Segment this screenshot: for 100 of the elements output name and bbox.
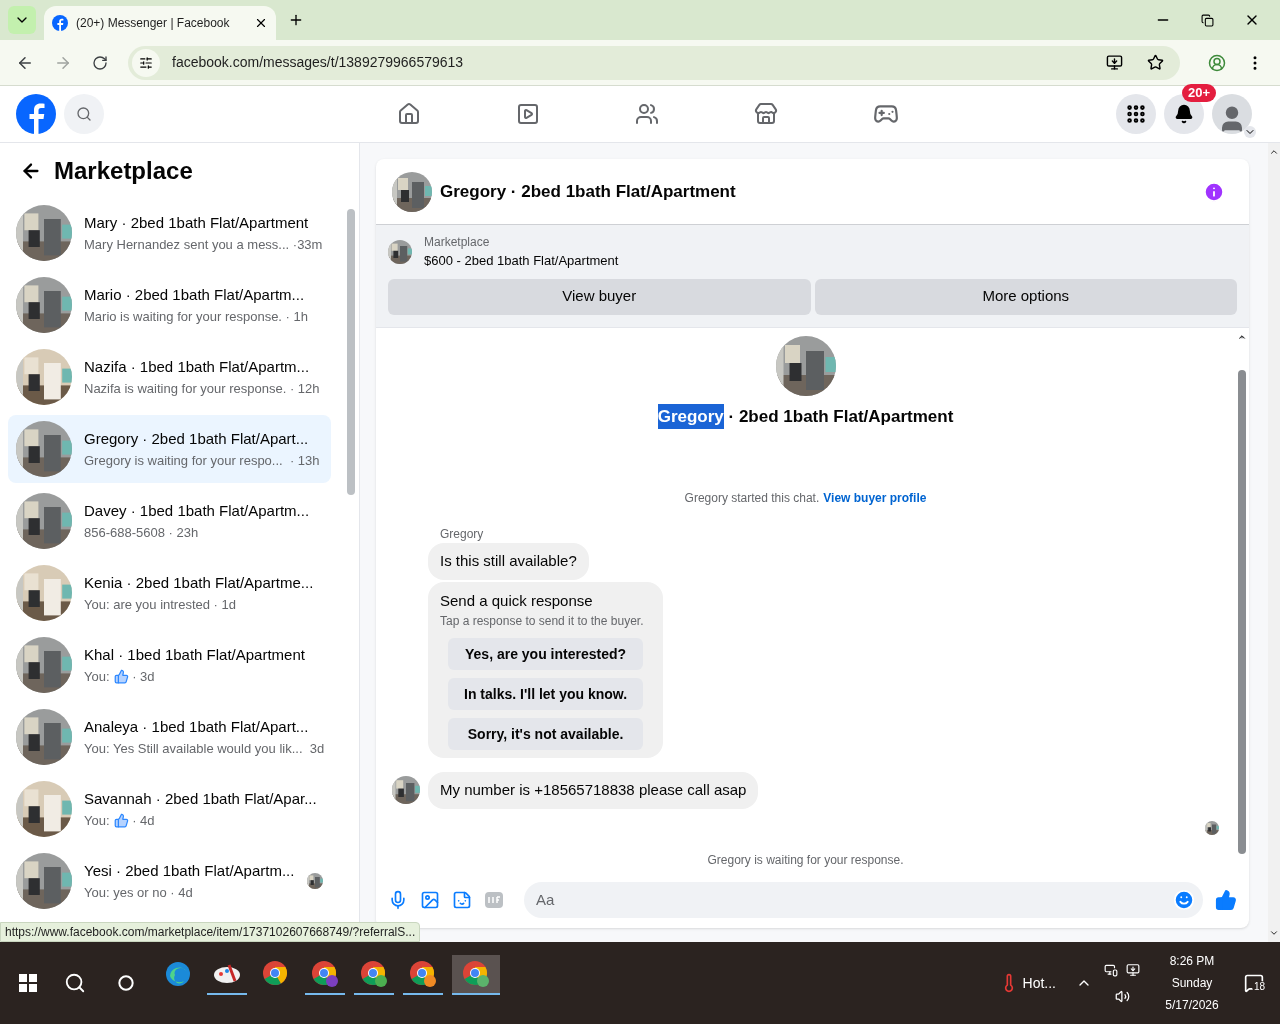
facebook-logo-icon bbox=[52, 15, 68, 31]
bell-icon bbox=[1174, 104, 1194, 124]
bookmark-star-icon[interactable] bbox=[1147, 54, 1164, 71]
conversation-preview: Nazifa is waiting for your response. bbox=[84, 379, 287, 398]
listing-action-button[interactable]: More options bbox=[814, 278, 1237, 315]
conversation-item[interactable]: Savannah · 2bed 1bath Flat/Apar... You: · 4d bbox=[8, 775, 331, 843]
chrome-icon[interactable] bbox=[409, 960, 437, 988]
restore-icon[interactable] bbox=[1201, 13, 1214, 27]
page-scroll-down-icon[interactable] bbox=[1269, 928, 1279, 938]
conversation-item[interactable]: Nazifa · 1bed 1bath Flat/Apartm... Nazifa is waiting for your response. · 12h bbox=[8, 343, 331, 411]
sticker-icon[interactable] bbox=[452, 890, 472, 910]
waiting-status: Gregory is waiting for your response. bbox=[707, 851, 904, 869]
conversation-preview: You: yes or no bbox=[84, 883, 167, 902]
emoji-icon[interactable] bbox=[1173, 889, 1195, 911]
device-icon[interactable] bbox=[1104, 962, 1118, 977]
listing-source: Marketplace bbox=[424, 234, 491, 251]
chat-title: Gregory · 2bed 1bath Flat/Apartment bbox=[440, 180, 737, 203]
store-icon[interactable] bbox=[754, 102, 778, 126]
cortana-icon[interactable] bbox=[118, 975, 134, 991]
conversation-title: Kenia · 2bed 1bath Flat/Apartme... bbox=[84, 573, 315, 593]
quick-response-option[interactable]: Sorry, it's not available. bbox=[448, 718, 644, 750]
conversation-time: · 13h bbox=[288, 451, 320, 470]
conversation-preview: You: are you intrested bbox=[84, 595, 210, 614]
conversation-title: Savannah · 2bed 1bath Flat/Apar... bbox=[84, 789, 318, 809]
listing-action-button[interactable]: View buyer bbox=[388, 278, 811, 315]
microphone-icon[interactable] bbox=[388, 890, 408, 910]
close-tab-icon[interactable] bbox=[254, 16, 268, 30]
conversation-preview: Mary Hernandez sent you a mess... bbox=[84, 235, 290, 254]
profile-icon[interactable] bbox=[1208, 53, 1226, 72]
menu-button[interactable] bbox=[1116, 94, 1156, 134]
video-icon[interactable] bbox=[516, 102, 540, 126]
buyer-name: Gregory bbox=[657, 403, 724, 429]
conversation-title: Gregory · 2bed 1bath Flat/Apart... bbox=[84, 429, 310, 449]
chrome-icon[interactable] bbox=[462, 960, 490, 988]
quick-response-option[interactable]: In talks. I'll let you know. bbox=[448, 678, 644, 710]
conversation-title: Davey · 1bed 1bath Flat/Apartm... bbox=[84, 501, 311, 521]
clock-day: Sunday bbox=[1171, 972, 1213, 994]
conversation-time: · 1d bbox=[212, 595, 236, 614]
volume-icon[interactable] bbox=[1114, 988, 1130, 1004]
message-bubble: My number is +18565718838 please call asap bbox=[428, 772, 759, 809]
scrollbar-thumb[interactable] bbox=[347, 209, 355, 495]
search-button[interactable] bbox=[64, 94, 104, 134]
facebook-logo-icon[interactable] bbox=[16, 94, 56, 134]
image-icon[interactable] bbox=[420, 890, 440, 910]
notification-count: 18 bbox=[1252, 981, 1268, 993]
site-settings-icon[interactable] bbox=[139, 55, 153, 70]
scrollbar-thumb[interactable] bbox=[1238, 369, 1246, 854]
conversation-preview: Gregory is waiting for your respo... bbox=[84, 451, 283, 470]
sender-name: Gregory bbox=[440, 526, 485, 543]
quick-response-option[interactable]: Yes, are you interested? bbox=[448, 638, 644, 670]
status-url: https://www.facebook.com/marketplace/item/1737102607668749/?referralS... bbox=[0, 922, 421, 942]
conversation-item[interactable]: Gregory · 2bed 1bath Flat/Apart... Gregory is waiting for your respo... · 13h bbox=[8, 415, 331, 483]
conversation-item[interactable]: Kenia · 2bed 1bath Flat/Apartme... You: are you intrested · 1d bbox=[8, 559, 331, 627]
thumbs-up-icon[interactable] bbox=[1215, 889, 1237, 911]
windows-logo-icon[interactable] bbox=[19, 974, 37, 992]
chrome-icon[interactable] bbox=[360, 960, 388, 988]
weather-text[interactable]: Hot... bbox=[1022, 972, 1056, 994]
message-bubble: Is this still available? bbox=[428, 543, 589, 580]
chat-started-note: Gregory started this chat. bbox=[684, 490, 820, 507]
view-buyer-profile-link[interactable]: View buyer profile bbox=[823, 489, 927, 507]
quick-response-title: Send a quick response bbox=[440, 590, 594, 611]
reload-icon[interactable] bbox=[92, 54, 108, 71]
listing-name: · 2bed 1bath Flat/Apartment bbox=[727, 405, 954, 428]
friends-icon[interactable] bbox=[635, 102, 659, 126]
conversation-time: 3d bbox=[308, 739, 325, 758]
message-field[interactable]: Aa bbox=[524, 882, 1203, 918]
grid-menu-icon bbox=[1125, 103, 1147, 125]
conversation-preview: You: bbox=[84, 811, 110, 830]
thumbs-up-icon bbox=[113, 668, 129, 684]
search-icon bbox=[76, 106, 92, 122]
url-text: facebook.com/messages/t/1389279966579613 bbox=[172, 53, 465, 72]
conversation-time: · 12h bbox=[288, 379, 320, 398]
page-scroll-up-icon[interactable] bbox=[1269, 147, 1279, 157]
conversation-item[interactable]: Mario · 2bed 1bath Flat/Apartm... Mario is waiting for your response. · 1h bbox=[8, 271, 331, 339]
clock-time: 8:26 PM bbox=[1169, 953, 1215, 970]
conversation-item[interactable]: Yesi · 2bed 1bath Flat/Apartm... You: yes or no · 4d bbox=[8, 847, 331, 915]
install-app-icon[interactable] bbox=[1106, 54, 1123, 71]
conversation-time: · 1h bbox=[284, 307, 308, 326]
conversation-item[interactable]: Khal · 1bed 1bath Flat/Apartment You: · 3d bbox=[8, 631, 331, 699]
conversation-preview: You: bbox=[84, 667, 110, 686]
message-input[interactable]: Aa bbox=[536, 888, 1173, 912]
address-bar[interactable]: facebook.com/messages/t/1389279966579613 bbox=[128, 45, 1180, 80]
new-tab-icon[interactable] bbox=[288, 12, 304, 28]
listing-title: $600 - 2bed 1bath Flat/Apartment bbox=[424, 252, 619, 270]
info-icon[interactable] bbox=[1203, 180, 1225, 203]
search-icon[interactable] bbox=[64, 972, 86, 994]
home-icon[interactable] bbox=[397, 102, 421, 126]
conversation-time: · 4d bbox=[169, 883, 193, 902]
tab-list-button[interactable] bbox=[8, 6, 36, 34]
tab-title: (20+) Messenger | Facebook bbox=[76, 15, 231, 32]
chrome-icon[interactable] bbox=[311, 960, 339, 988]
browser-tab[interactable]: (20+) Messenger | Facebook bbox=[44, 6, 276, 40]
chrome-icon[interactable] bbox=[262, 960, 290, 988]
browser-wave-icon[interactable] bbox=[165, 961, 191, 987]
conversation-item[interactable]: Mary · 2bed 1bath Flat/Apartment Mary Hernandez sent you a mess... ·33m bbox=[8, 199, 331, 267]
conversation-item[interactable]: Analeya · 1bed 1bath Flat/Apart... You: Yes Still available would you lik... 3d bbox=[8, 703, 331, 771]
notification-badge: 20+ bbox=[1182, 84, 1217, 102]
conversation-item[interactable]: Davey · 1bed 1bath Flat/Apartm... 856-688-5608 · 23h bbox=[8, 487, 331, 555]
caret-icon bbox=[1244, 126, 1256, 138]
conversation-preview: 856-688-5608 bbox=[84, 523, 165, 542]
